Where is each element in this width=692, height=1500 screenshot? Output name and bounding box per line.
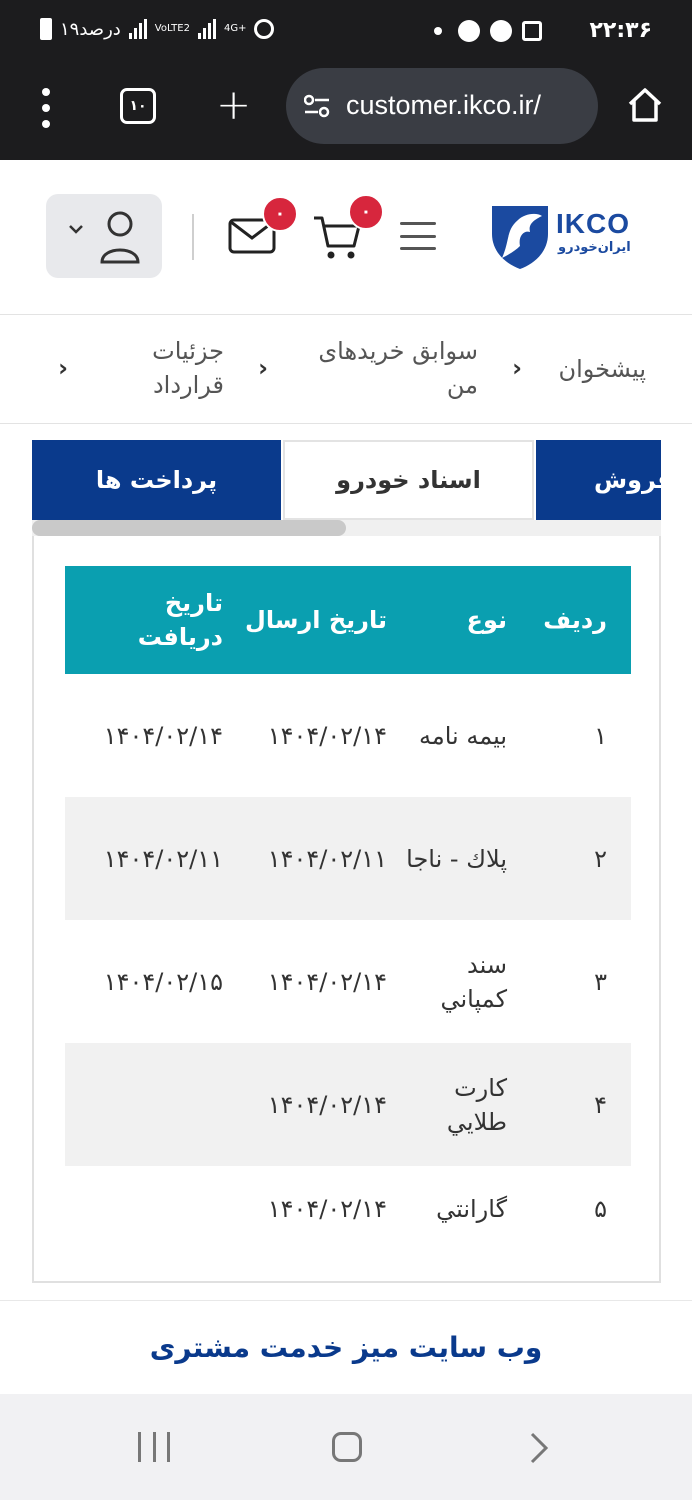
user-menu-button[interactable]: [46, 194, 162, 278]
cell-type: پلاك - ناجا: [406, 844, 507, 873]
site-footer: وب سایت میز خدمت مشتری: [0, 1300, 692, 1394]
alarm-icon: [254, 19, 275, 39]
new-tab-icon[interactable]: +: [216, 84, 251, 126]
table-header: ردیف نوع تاریخ ارسال تاریخ دریافت: [65, 566, 631, 674]
header-index: ردیف: [543, 606, 607, 634]
logo-text: IKCO: [556, 208, 630, 239]
cell-index: ۱: [594, 721, 607, 750]
cell-type: بیمه نامه: [418, 721, 507, 750]
breadcrumb-dashboard[interactable]: پیشخوان: [558, 352, 646, 386]
chevron-left-icon: ‹: [512, 354, 522, 382]
table-row: ۳ سند كمپاني ۱۴۰۴/۰۲/۱۴ ۱۴۰۴/۰۲/۱۵: [65, 920, 631, 1043]
network-type: 4G+: [223, 23, 247, 34]
cart-button[interactable]: ۰: [312, 194, 384, 266]
tab-bar: فروش اسناد خودرو پرداخت ها: [32, 440, 661, 520]
ikco-logo[interactable]: IKCO ایران‌خودرو: [488, 200, 648, 274]
cell-type: كارت طلايي: [446, 1073, 507, 1136]
signal-icon-2: [197, 19, 216, 39]
mail-badge: ۰: [262, 196, 298, 232]
table-row: ۴ كارت طلايي ۱۴۰۴/۰۲/۱۴: [65, 1043, 631, 1166]
header-divider: [192, 214, 194, 260]
gallery-icon: [522, 21, 542, 41]
cell-index: ۴: [594, 1090, 607, 1119]
cell-received-date: ۱۴۰۴/۰۲/۱۱: [103, 844, 223, 873]
breadcrumb: پیشخوان ‹ سوابق خریدهای من ‹ جزئیات قرار…: [0, 316, 692, 424]
cell-index: ۵: [594, 1195, 607, 1223]
cell-received-date: ۱۴۰۴/۰۲/۱۵: [103, 967, 223, 996]
cell-type: گارانتي: [436, 1195, 507, 1223]
header-sent-date: تاریخ ارسال: [245, 606, 387, 634]
cell-sent-date: ۱۴۰۴/۰۲/۱۴: [267, 1090, 387, 1119]
header-received-date: تاریخ دریافت: [137, 589, 223, 651]
back-icon[interactable]: [526, 1430, 550, 1466]
hamburger-menu-icon[interactable]: [400, 222, 436, 250]
status-bar: ۱۹درصد VoLTE2 4G+ ۲۲:۳۶: [0, 0, 692, 66]
cell-sent-date: ۱۴۰۴/۰۲/۱۱: [267, 844, 387, 873]
tab-sales[interactable]: فروش: [536, 440, 661, 520]
home-icon[interactable]: [626, 86, 664, 124]
cell-sent-date: ۱۴۰۴/۰۲/۱۴: [267, 721, 387, 750]
cell-index: ۲: [594, 844, 607, 873]
signal-icon: [128, 19, 147, 39]
url-text: customer.ikco.ir/: [346, 90, 542, 120]
customer-service-link[interactable]: وب سایت میز خدمت مشتری: [150, 1331, 543, 1364]
browser-toolbar: ۱۰ + customer.ikco.ir/: [0, 66, 692, 160]
documents-panel: ردیف نوع تاریخ ارسال تاریخ دریافت ۱ بیمه…: [32, 536, 661, 1283]
tab-payments-label: پرداخت ها: [95, 466, 218, 494]
cell-sent-date: ۱۴۰۴/۰۲/۱۴: [267, 967, 387, 996]
home-button-icon[interactable]: [332, 1432, 362, 1462]
status-left: ۱۹درصد VoLTE2 4G+: [40, 18, 275, 40]
cell-received-date: ۱۴۰۴/۰۲/۱۴: [103, 721, 223, 750]
table-row: ۲ پلاك - ناجا ۱۴۰۴/۰۲/۱۱ ۱۴۰۴/۰۲/۱۱: [65, 797, 631, 920]
notification-icons: [434, 20, 542, 42]
site-settings-icon[interactable]: [304, 94, 330, 118]
recent-apps-icon[interactable]: [138, 1432, 170, 1462]
tab-car-documents-label: اسناد خودرو: [336, 466, 481, 494]
tab-switcher-button[interactable]: ۱۰: [120, 88, 156, 124]
cell-received-date: [73, 1043, 223, 1166]
cell-type: سند كمپاني: [440, 950, 507, 1013]
documents-table: ردیف نوع تاریخ ارسال تاریخ دریافت ۱ بیمه…: [65, 566, 631, 1252]
address-bar[interactable]: customer.ikco.ir/: [286, 68, 598, 144]
tab-sales-label: فروش: [594, 466, 661, 494]
notification-dot-icon: [434, 27, 442, 35]
system-navigation-bar: [0, 1394, 692, 1500]
tabs-scrollbar[interactable]: [32, 520, 661, 536]
logo-subtext: ایران‌خودرو: [558, 240, 631, 255]
breadcrumb-purchase-history[interactable]: سوابق خریدهای من: [308, 334, 478, 402]
tab-payments[interactable]: پرداخت ها: [32, 440, 281, 520]
forward-app-icon: [458, 20, 480, 42]
battery-icon: [40, 18, 52, 40]
site-header: ۰ ۰ IKCO ایران‌خودرو: [0, 160, 692, 315]
user-icon: [69, 211, 140, 264]
clock: ۲۲:۳۶: [589, 18, 652, 43]
header-type: نوع: [466, 606, 507, 634]
network-label: VoLTE2: [154, 23, 190, 34]
table-row: ۵ گارانتي ۱۴۰۴/۰۲/۱۴: [65, 1166, 631, 1252]
chevron-left-icon: ‹: [58, 354, 68, 382]
chat-icon: [490, 20, 512, 42]
table-row: ۱ بیمه نامه ۱۴۰۴/۰۲/۱۴ ۱۴۰۴/۰۲/۱۴: [65, 674, 631, 797]
horse-shield-icon: [492, 206, 548, 269]
tab-car-documents[interactable]: اسناد خودرو: [283, 440, 534, 520]
table-body: ۱ بیمه نامه ۱۴۰۴/۰۲/۱۴ ۱۴۰۴/۰۲/۱۴ ۲ پلاك…: [65, 674, 631, 1252]
cell-received-date: [73, 1166, 223, 1252]
browser-menu-icon[interactable]: [38, 88, 54, 128]
cart-badge: ۰: [348, 194, 384, 230]
battery-text: ۱۹درصد: [60, 18, 121, 40]
chevron-left-icon: ‹: [258, 354, 268, 382]
scrollbar-thumb[interactable]: [32, 520, 346, 536]
messages-button[interactable]: ۰: [228, 196, 298, 260]
cell-sent-date: ۱۴۰۴/۰۲/۱۴: [267, 1195, 387, 1223]
cell-index: ۳: [594, 967, 607, 996]
breadcrumb-contract-details[interactable]: جزئیات قرارداد: [134, 334, 224, 402]
